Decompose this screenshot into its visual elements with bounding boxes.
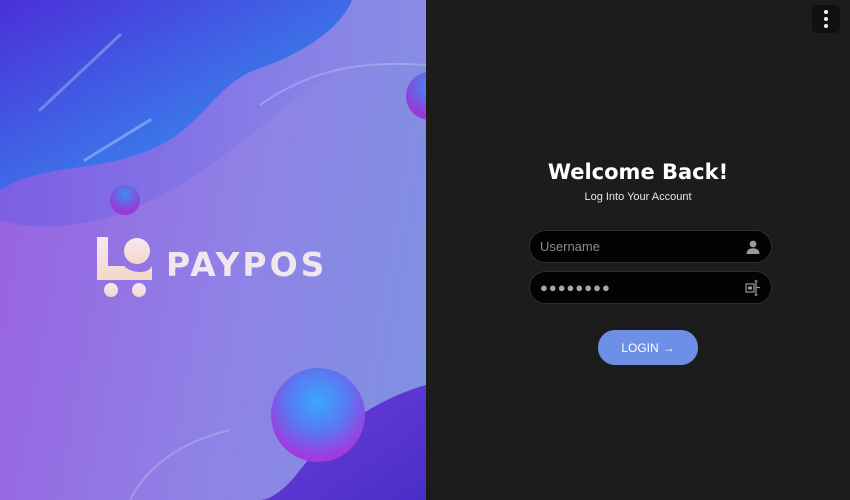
brand-panel: PAYPOS	[0, 0, 426, 500]
login-button[interactable]: LOGIN →	[598, 330, 698, 365]
username-field	[529, 230, 772, 263]
password-input[interactable]	[540, 272, 740, 303]
paypos-logo: PAYPOS	[96, 236, 336, 300]
password-field	[529, 271, 772, 304]
kebab-menu-dot	[824, 24, 828, 28]
arrow-right-icon: →	[662, 340, 675, 355]
user-icon	[746, 240, 760, 254]
kebab-menu-icon	[824, 10, 828, 14]
options-menu-button[interactable]	[812, 5, 840, 33]
welcome-subtitle: Log Into Your Account	[584, 191, 692, 203]
username-input[interactable]	[540, 231, 740, 262]
shopping-cart-logo-icon	[97, 237, 152, 297]
welcome-title: Welcome Back!	[547, 160, 729, 184]
kebab-menu-dot	[824, 17, 828, 21]
login-button-label: LOGIN	[621, 340, 659, 355]
login-window: PAYPOS Welcome Back! Log Into Your Accou…	[0, 0, 850, 500]
password-visibility-icon[interactable]	[745, 280, 761, 296]
brand-name: PAYPOS	[166, 245, 328, 284]
login-panel: Welcome Back! Log Into Your Account LOGI…	[426, 0, 850, 500]
